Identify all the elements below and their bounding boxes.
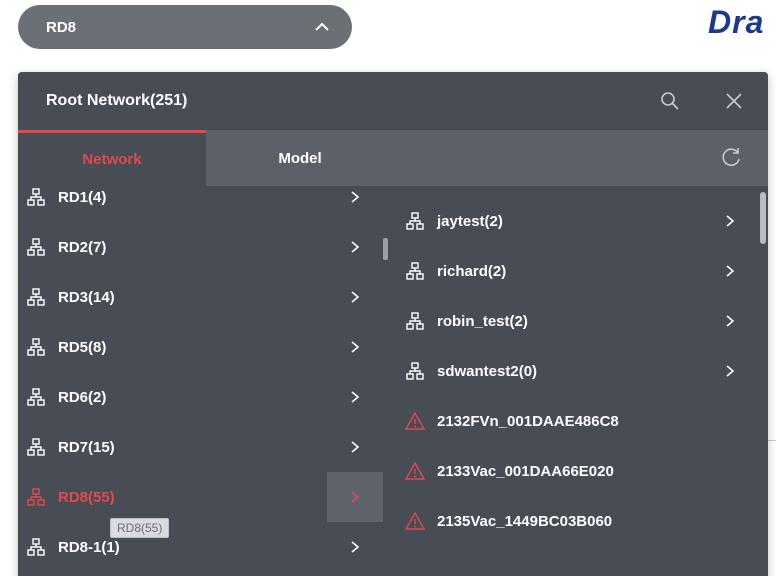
right-scrollbar-thumb[interactable]	[760, 192, 766, 244]
scrollbar-thumb[interactable]	[383, 238, 388, 260]
warning-icon	[405, 511, 425, 530]
list-item-label: RD8(55)	[58, 488, 115, 506]
list-item-device[interactable]: 2132FVn_001DAAE486C8	[389, 396, 768, 446]
popup-tabs: Network Model	[18, 130, 768, 186]
network-selector[interactable]: RD8	[18, 5, 352, 49]
list-item-label: robin_test(2)	[437, 312, 528, 330]
list-item-label: 2133Vac_001DAA66E020	[437, 462, 614, 480]
list-item-label: richard(2)	[437, 262, 507, 280]
network-icon	[27, 338, 45, 356]
list-item[interactable]: RD2(7)	[18, 222, 383, 272]
list-item[interactable]: richard(2)	[389, 246, 768, 296]
network-icon	[27, 288, 45, 306]
list-item-label: 2132FVn_001DAAE486C8	[437, 412, 619, 430]
chevron-right-icon	[351, 191, 360, 203]
list-item[interactable]: RD6(2)	[18, 372, 383, 422]
chevron-up-icon	[315, 22, 329, 31]
list-item[interactable]: robin_test(2)	[389, 296, 768, 346]
chevron-right-icon	[726, 265, 735, 277]
popup-title: Root Network(251)	[46, 92, 188, 109]
list-item-label: 2135Vac_1449BC03B060	[437, 512, 613, 530]
network-icon	[27, 538, 45, 556]
list-item-label: RD5(8)	[58, 338, 107, 356]
brand-logo: Dra	[708, 4, 765, 40]
list-item-selected[interactable]: RD8(55)	[18, 472, 383, 522]
list-item-label: RD7(15)	[58, 438, 115, 456]
warning-icon	[405, 411, 425, 430]
network-icon	[406, 362, 424, 380]
list-item-label: RD2(7)	[58, 238, 107, 256]
chevron-right-icon	[351, 391, 360, 403]
network-icon	[406, 212, 424, 230]
list-item-label: RD8-1(1)	[58, 538, 120, 556]
selector-value: RD8	[46, 18, 77, 36]
chevron-right-icon	[726, 365, 735, 377]
warning-icon	[405, 461, 425, 480]
list-item[interactable]: jaytest(2)	[389, 196, 768, 246]
chevron-right-icon	[351, 491, 360, 503]
network-list-right: jaytest(2) richard(2) robin_test(2) sdwa…	[389, 186, 768, 576]
chevron-right-icon	[726, 315, 735, 327]
tooltip: RD8(55)	[110, 518, 170, 538]
network-icon	[27, 388, 45, 406]
network-lists: RD1(4) RD2(7) RD3(14) RD5(8) RD6(2) RD7(…	[18, 186, 768, 576]
list-item-label: sdwantest2(0)	[437, 362, 538, 380]
network-list-left: RD1(4) RD2(7) RD3(14) RD5(8) RD6(2) RD7(…	[18, 186, 383, 576]
network-icon	[27, 438, 45, 456]
list-item-label: RD1(4)	[58, 188, 107, 206]
network-popup: Root Network(251) Network Model RD1(4) R…	[18, 72, 768, 576]
close-icon[interactable]	[722, 89, 746, 113]
chevron-right-icon	[351, 341, 360, 353]
tab-model[interactable]: Model	[206, 130, 394, 186]
network-icon	[27, 488, 45, 506]
tab-network[interactable]: Network	[18, 130, 206, 186]
list-item-label: RD6(2)	[58, 388, 107, 406]
list-item[interactable]: RD1(4)	[18, 186, 383, 222]
network-icon	[406, 262, 424, 280]
chevron-right-icon	[351, 541, 360, 553]
chevron-right-icon	[726, 215, 735, 227]
list-item-device[interactable]: 2135Vac_1449BC03B060	[389, 496, 768, 546]
list-item[interactable]: sdwantest2(0)	[389, 346, 768, 396]
list-item[interactable]: RD5(8)	[18, 322, 383, 372]
list-item-label: RD3(14)	[58, 288, 115, 306]
list-item[interactable]: RD8-1(1)	[18, 522, 383, 572]
chevron-right-icon	[351, 291, 360, 303]
expand-button[interactable]	[327, 472, 383, 522]
list-item-label: jaytest(2)	[437, 212, 503, 230]
network-icon	[27, 188, 45, 206]
popup-header: Root Network(251)	[18, 72, 768, 130]
chevron-right-icon	[351, 241, 360, 253]
search-icon[interactable]	[658, 89, 682, 113]
list-item[interactable]: RD3(14)	[18, 272, 383, 322]
list-item[interactable]: RD7(15)	[18, 422, 383, 472]
refresh-icon[interactable]	[718, 145, 744, 171]
network-icon	[406, 312, 424, 330]
list-item-device[interactable]: 2133Vac_001DAA66E020	[389, 446, 768, 496]
chevron-right-icon	[351, 441, 360, 453]
network-icon	[27, 238, 45, 256]
